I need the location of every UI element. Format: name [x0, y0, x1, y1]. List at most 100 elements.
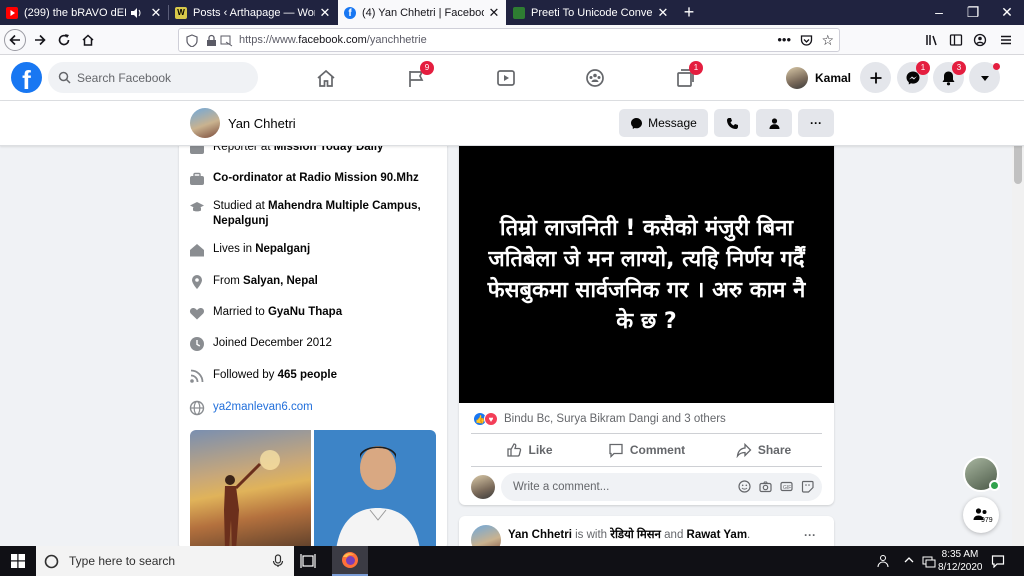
back-button[interactable]: [4, 29, 26, 51]
taskbar-search-input[interactable]: Type here to search: [36, 546, 294, 576]
nav-groups[interactable]: 9: [400, 61, 434, 94]
call-button[interactable]: [714, 109, 750, 137]
home-button[interactable]: [77, 29, 99, 51]
taskbar-clock[interactable]: 8:35 AM 8/12/2020: [938, 548, 983, 574]
intro-link[interactable]: 465 people: [278, 369, 337, 381]
reaction-summary[interactable]: 👍 ♥ Bindu Bc, Surya Bikram Dangi and 3 o…: [473, 412, 726, 426]
reload-button[interactable]: [53, 29, 75, 51]
reaction-names: Bindu Bc, Surya Bikram Dangi and 3 other…: [504, 413, 726, 425]
notification-badge: 1: [916, 61, 930, 75]
nav-watch[interactable]: [490, 62, 522, 94]
minimize-button[interactable]: –: [922, 0, 956, 25]
account-button[interactable]: [969, 29, 991, 51]
library-button[interactable]: [921, 29, 943, 51]
account-menu-button[interactable]: [969, 62, 1000, 93]
shield-icon[interactable]: [186, 34, 198, 47]
menu-button[interactable]: [995, 29, 1017, 51]
close-icon[interactable]: ✕: [150, 5, 162, 21]
avatar[interactable]: [471, 475, 495, 499]
intro-link[interactable]: Nepalganj: [255, 243, 310, 255]
pocket-icon[interactable]: [800, 34, 813, 47]
address-bar[interactable]: https://www.facebook.com/yanchhetrie •••…: [178, 28, 840, 52]
sidebar-button[interactable]: [945, 29, 967, 51]
home-icon: [317, 69, 335, 87]
firefox-taskbar-button[interactable]: [332, 546, 368, 576]
nav-gaming[interactable]: 1: [669, 61, 703, 94]
sticker-icon[interactable]: [801, 480, 814, 493]
task-view-button[interactable]: [300, 553, 316, 569]
converter-icon: [513, 6, 525, 19]
more-options-button[interactable]: ···: [798, 109, 834, 137]
camera-icon[interactable]: [759, 480, 772, 493]
people-tray-icon[interactable]: [876, 554, 890, 568]
comment-input[interactable]: Write a comment... GIF: [501, 473, 822, 501]
url-text[interactable]: https://www.facebook.com/yanchhetrie: [239, 34, 427, 46]
bookmark-star-icon[interactable]: ☆: [821, 32, 834, 49]
messenger-icon: [631, 117, 643, 129]
facebook-logo[interactable]: f: [11, 62, 42, 93]
firefox-icon: [342, 552, 358, 568]
permissions-icon[interactable]: [220, 34, 233, 47]
post-header-text: .: [747, 529, 751, 541]
tray-expand-icon[interactable]: [903, 554, 915, 566]
website-link[interactable]: ya2manlevan6.com: [213, 400, 313, 415]
tagged-page-link[interactable]: रेडियो मिसन: [610, 529, 661, 541]
intro-lives-in: Lives in Nepalganj: [189, 242, 310, 258]
page-actions-icon[interactable]: •••: [777, 32, 791, 47]
facebook-search-input[interactable]: Search Facebook: [48, 62, 258, 93]
post-options-button[interactable]: ···: [804, 528, 816, 542]
notifications-button[interactable]: 3: [933, 61, 966, 93]
gif-icon[interactable]: GIF: [780, 480, 793, 493]
windows-taskbar: Type here to search 8:35 AM 8/12/2020: [0, 546, 1024, 576]
intro-link[interactable]: Co-ordinator at Radio Mission 90.Mhz: [213, 172, 419, 184]
intro-link[interactable]: GyaNu Thapa: [268, 306, 342, 318]
speaker-icon[interactable]: [130, 7, 142, 19]
featured-photo[interactable]: [190, 430, 311, 550]
close-icon[interactable]: ✕: [488, 5, 500, 21]
video-icon: [497, 70, 515, 86]
create-button[interactable]: [860, 62, 891, 93]
new-tab-button[interactable]: +: [679, 2, 699, 22]
tagged-person-link[interactable]: Rawat Yam: [687, 529, 748, 541]
tab-youtube[interactable]: (299) the bRAVO dELTA sho ✕: [0, 0, 168, 25]
post-action-row: Like Comment Share: [471, 433, 822, 467]
taskbar-search-placeholder: Type here to search: [69, 554, 176, 568]
lock-icon[interactable]: [206, 34, 217, 47]
page-scrollbar[interactable]: [1012, 101, 1024, 546]
restore-button[interactable]: ❐: [956, 0, 990, 25]
nav-community[interactable]: [579, 62, 611, 94]
window-close-button[interactable]: ✕: [990, 0, 1024, 25]
tab-facebook[interactable]: f (4) Yan Chhetri | Facebook ✕: [338, 0, 506, 25]
network-icon[interactable]: [922, 554, 936, 568]
thumbs-up-icon: [507, 443, 522, 457]
profile-avatar[interactable]: [190, 108, 220, 138]
user-profile-chip[interactable]: Kamal: [786, 64, 851, 92]
emoji-icon[interactable]: [738, 480, 751, 493]
share-button[interactable]: Share: [705, 434, 822, 466]
intro-text: From: [213, 275, 244, 287]
nav-home[interactable]: [310, 62, 342, 94]
action-center-button[interactable]: [991, 554, 1005, 568]
post-author-link[interactable]: Yan Chhetri: [508, 529, 572, 541]
message-button[interactable]: Message: [619, 109, 708, 137]
like-button[interactable]: Like: [471, 434, 588, 466]
intro-text: Studied at: [213, 200, 268, 212]
microphone-icon[interactable]: [272, 554, 284, 568]
tab-converter[interactable]: Preeti To Unicode Converter : P ✕: [507, 0, 675, 25]
tab-wordpress[interactable]: W Posts ‹ Arthapage — WordPre ✕: [169, 0, 337, 25]
post-image[interactable]: तिम्रो लाजनिती ! कसैको मंजुरी बिना जतिबे…: [459, 146, 834, 403]
forward-button[interactable]: [29, 29, 51, 51]
profile-name[interactable]: Yan Chhetri: [228, 116, 296, 131]
messenger-button[interactable]: 1: [897, 61, 930, 93]
contacts-button[interactable]: 979: [963, 497, 999, 533]
comment-button[interactable]: Comment: [588, 434, 705, 466]
start-button[interactable]: [0, 546, 36, 576]
intro-link[interactable]: Salyan, Nepal: [243, 275, 318, 287]
friend-options-button[interactable]: [756, 109, 792, 137]
featured-photo[interactable]: [314, 430, 436, 550]
intro-text: Followed by: [213, 369, 278, 381]
tab-label: (4) Yan Chhetri | Facebook: [362, 6, 484, 19]
tab-label: (299) the bRAVO dELTA sho: [24, 6, 126, 19]
close-icon[interactable]: ✕: [657, 5, 669, 21]
close-icon[interactable]: ✕: [319, 5, 331, 21]
